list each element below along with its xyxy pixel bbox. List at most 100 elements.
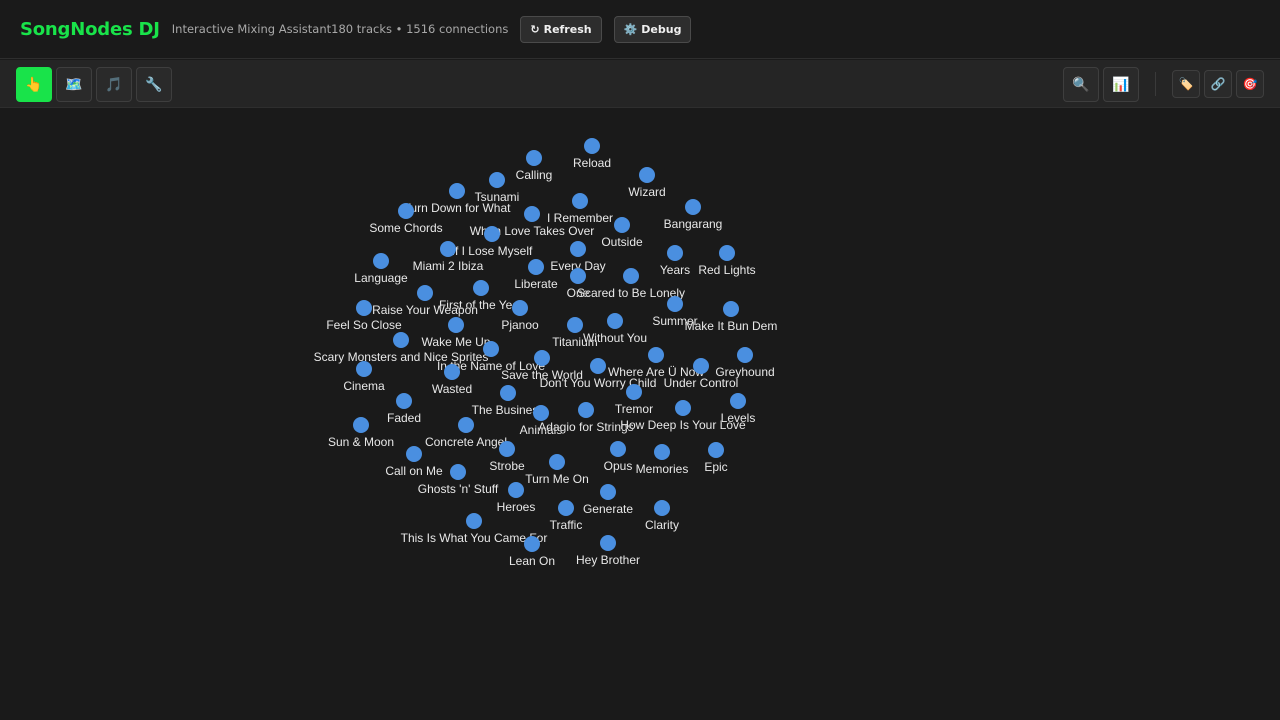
track-node-circle[interactable] [567,317,583,333]
track-node-where-are-now[interactable]: Where Are Ü Now [608,347,705,379]
track-node-circle[interactable] [626,384,642,400]
track-node-circle[interactable] [528,259,544,275]
track-node-circle[interactable] [450,464,466,480]
track-node-circle[interactable] [685,199,701,215]
track-node-cinema[interactable]: Cinema [343,361,385,393]
track-node-clarity[interactable]: Clarity [645,500,679,532]
track-node-circle[interactable] [440,241,456,257]
track-node-circle[interactable] [533,405,549,421]
track-node-circle[interactable] [610,441,626,457]
map-tool-button[interactable]: 🗺️ [56,67,92,102]
track-node-circle[interactable] [737,347,753,363]
track-node-circle[interactable] [406,446,422,462]
select-tool-button[interactable]: 👆 [16,67,52,102]
track-node-circle[interactable] [512,300,528,316]
track-node-circle[interactable] [549,454,565,470]
track-node-turn-me-on[interactable]: Turn Me On [525,454,589,486]
refresh-button[interactable]: ↻ Refresh [520,15,602,43]
track-node-circle[interactable] [558,500,574,516]
track-node-circle[interactable] [417,285,433,301]
track-node-circle[interactable] [356,300,372,316]
track-node-traffic[interactable]: Traffic [549,500,583,532]
track-node-circle[interactable] [393,332,409,348]
track-node-circle[interactable] [607,313,623,329]
track-node-circle[interactable] [396,393,412,409]
track-node-concrete-angel[interactable]: Concrete Angel [425,417,507,449]
track-node-circle[interactable] [449,183,465,199]
track-node-faded[interactable]: Faded [387,393,421,425]
track-node-language[interactable]: Language [354,253,408,285]
track-node-epic[interactable]: Epic [704,442,728,474]
track-node-circle[interactable] [600,484,616,500]
track-node-reload[interactable]: Reload [573,138,611,170]
track-node-generate[interactable]: Generate [583,484,634,516]
links-toggle-button[interactable]: 🔗 [1204,70,1232,98]
track-node-circle[interactable] [524,536,540,552]
track-node-circle[interactable] [730,393,746,409]
stats-button[interactable]: 📊 [1103,67,1139,102]
track-node-sun-moon[interactable]: Sun & Moon [328,417,394,449]
track-node-circle[interactable] [489,172,505,188]
debug-button[interactable]: ⚙️ Debug [613,15,692,43]
track-node-circle[interactable] [723,301,739,317]
track-node-circle[interactable] [473,280,489,296]
track-node-tsunami[interactable]: Tsunami [474,172,520,204]
track-node-circle[interactable] [466,513,482,529]
track-node-make-it-bun-dem[interactable]: Make It Bun Dem [684,301,778,333]
track-node-circle[interactable] [648,347,664,363]
track-node-circle[interactable] [483,341,499,357]
track-node-circle[interactable] [500,385,516,401]
track-node-circle[interactable] [693,358,709,374]
track-node-circle[interactable] [398,203,414,219]
track-node-circle[interactable] [572,193,588,209]
track-node-circle[interactable] [508,482,524,498]
track-node-circle[interactable] [614,217,630,233]
search-button[interactable]: 🔍 [1063,67,1099,102]
track-node-circle[interactable] [667,245,683,261]
track-node-years[interactable]: Years [660,245,690,277]
track-node-circle[interactable] [570,241,586,257]
track-node-without-you[interactable]: Without You [583,313,647,345]
track-graph-canvas[interactable]: Reload Calling Wizard TsunamiTurn Down for … [0,108,1280,720]
track-node-heroes[interactable]: Heroes [496,482,536,514]
track-node-circle[interactable] [526,150,542,166]
track-node-circle[interactable] [356,361,372,377]
track-node-greyhound[interactable]: Greyhound [715,347,775,379]
track-node-circle[interactable] [667,296,683,312]
track-node-opus[interactable]: Opus [603,441,633,473]
track-node-levels[interactable]: Levels [720,393,756,425]
track-node-circle[interactable] [584,138,600,154]
track-node-circle[interactable] [654,444,670,460]
track-node-calling[interactable]: Calling [515,150,553,182]
track-node-circle[interactable] [524,206,540,222]
track-node-circle[interactable] [499,441,515,457]
track-node-circle[interactable] [458,417,474,433]
track-node-circle[interactable] [484,226,500,242]
track-node-circle[interactable] [353,417,369,433]
track-node-hey-brother[interactable]: Hey Brother [576,535,640,567]
track-node-memories[interactable]: Memories [635,444,689,476]
track-node-circle[interactable] [570,268,586,284]
track-node-circle[interactable] [590,358,606,374]
track-node-circle[interactable] [448,317,464,333]
music-tool-button[interactable]: 🎵 [96,67,132,102]
track-node-circle[interactable] [534,350,550,366]
track-node-wake-me-up[interactable]: Wake Me Up [421,317,491,349]
settings-tool-button[interactable]: 🔧 [136,67,172,102]
track-node-circle[interactable] [675,400,691,416]
track-node-circle[interactable] [444,364,460,380]
track-node-circle[interactable] [600,535,616,551]
track-node-circle[interactable] [639,167,655,183]
track-node-circle[interactable] [708,442,724,458]
track-node-circle[interactable] [623,268,639,284]
track-node-circle[interactable] [373,253,389,269]
track-node-call-on-me[interactable]: Call on Me [385,446,443,478]
track-node-wizard[interactable]: Wizard [628,167,666,199]
track-node-circle[interactable] [719,245,735,261]
track-node-bangarang[interactable]: Bangarang [663,199,723,231]
labels-toggle-button[interactable]: 🏷️ [1172,70,1200,98]
track-node-circle[interactable] [654,500,670,516]
track-node-red-lights[interactable]: Red Lights [698,245,756,277]
target-toggle-button[interactable]: 🎯 [1236,70,1264,98]
track-node-circle[interactable] [578,402,594,418]
